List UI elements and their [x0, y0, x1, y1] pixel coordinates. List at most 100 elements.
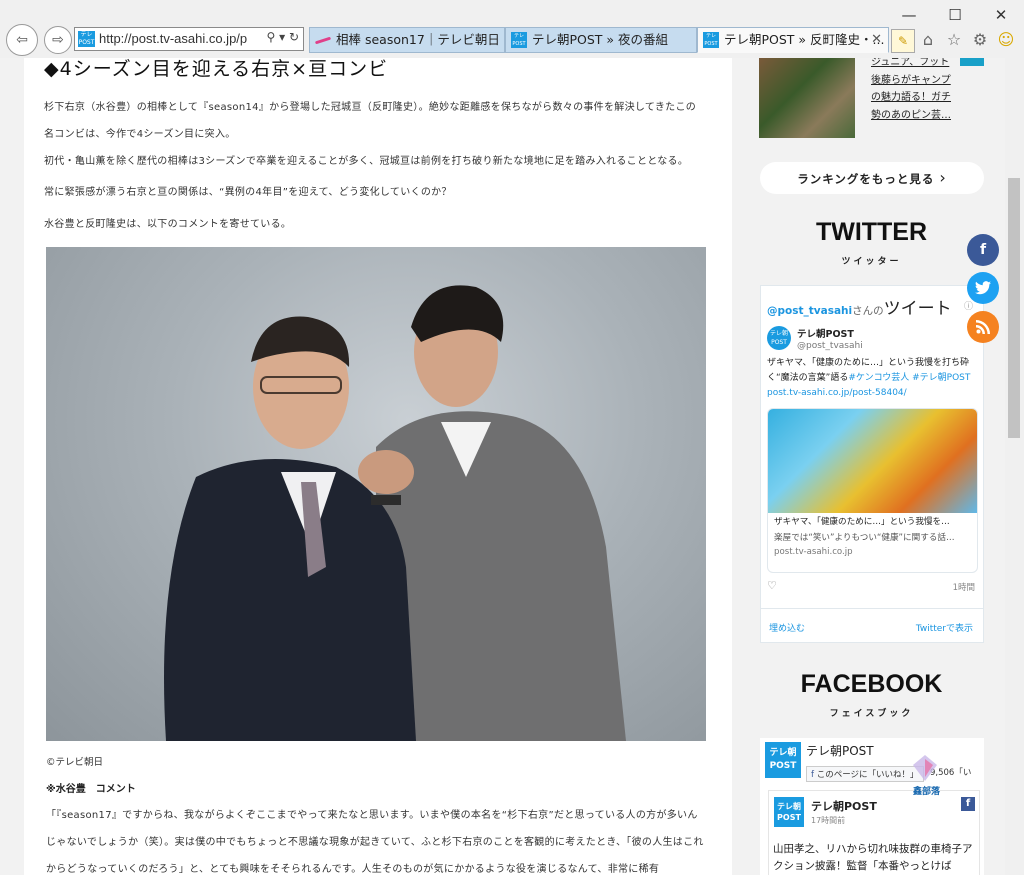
browser-chrome: — ☐ ✕ ⇦ ⇨ テレ POST http://post.tv-asahi.co…	[0, 0, 1024, 59]
tweet-card-url: post.tv-asahi.co.jp	[774, 547, 853, 557]
tab-aibou[interactable]: 相棒 season17｜テレビ朝日	[309, 27, 505, 53]
settings-gear-icon[interactable]: ⚙	[970, 30, 990, 49]
tweet-text: ザキヤマ、「健康のために…」という我慢を打ち砕く“魔法の言葉”語る#ケンコウ芸人…	[767, 356, 977, 401]
timeline-title: ツイート	[883, 299, 952, 319]
more-ranking-button[interactable]: ランキングをもっと見る ›	[760, 162, 984, 194]
timeline-suffix: さんの	[852, 305, 884, 317]
page-viewport: ◆4シーズン目を迎える右京×亘コンビ 杉下右京（水谷豊）の相棒として『seaso…	[0, 58, 1024, 875]
window-controls: — ☐ ✕	[886, 0, 1024, 30]
tweet-time[interactable]: 1時間	[953, 581, 975, 593]
more-ranking-label: ランキングをもっと見る	[797, 172, 935, 186]
fb-post-author[interactable]: テレ朝POST	[811, 798, 877, 814]
comment-heading: ※水谷豊 コメント	[46, 784, 136, 795]
tab-label: 相棒 season17｜テレビ朝日	[336, 32, 500, 47]
fb-post-logo: テレ朝 POST	[774, 797, 804, 827]
article-paragraph: 杉下右京（水谷豊）の相棒として『season14』から登場した冠城亘（反町隆史）…	[44, 102, 697, 140]
article-main: ◆4シーズン目を迎える右京×亘コンビ 杉下右京（水谷豊）の相棒として『seaso…	[24, 58, 732, 875]
maximize-button[interactable]: ☐	[932, 0, 978, 30]
ranking-text[interactable]: ジュニア、フット 後藤らがキャンプ の魅力語る！ガチ 勢のあのピン芸…	[871, 58, 986, 124]
tab-label: テレ朝POST » 反町隆史・...	[724, 32, 885, 47]
article-photo	[46, 247, 706, 741]
like-heart-icon[interactable]: ♡	[767, 579, 777, 592]
article-paragraph: 常に緊張感が漂う右京と亘の関係は、“異例の4年目”を迎えて、どう変化していくのか…	[44, 187, 452, 198]
tab-label: テレ朝POST » 夜の番組	[532, 32, 669, 47]
section-heading: ◆4シーズン目を迎える右京×亘コンビ	[44, 58, 389, 80]
fb-post-text: 山田孝之、リハから切れ味抜群の車椅子アクション披露！監督「本番やっとけば	[773, 843, 973, 872]
info-icon[interactable]: ⓘ	[964, 299, 973, 312]
timeline-handle[interactable]: @post_tvasahi	[767, 305, 852, 317]
tvasahi-favicon-icon: テレ POST	[703, 32, 719, 48]
tweet-card-image	[768, 409, 977, 513]
facebook-icon: f	[811, 770, 814, 780]
scrollbar-thumb[interactable]	[1008, 178, 1020, 438]
tab-night-shows[interactable]: テレ POST テレ朝POST » 夜の番組	[505, 27, 697, 53]
smiley-feedback-icon[interactable]: ☺	[996, 30, 1016, 49]
watermark-text: 鑫部落	[913, 787, 941, 797]
close-button[interactable]: ✕	[978, 0, 1024, 30]
timeline-footer: 埋め込む Twitterで表示	[761, 608, 983, 634]
home-icon[interactable]: ⌂	[918, 30, 938, 49]
facebook-section-subtitle: フェイスブック	[829, 709, 914, 719]
address-tools: ⚲ ▾ ↻	[266, 30, 299, 44]
chevron-right-icon: ›	[939, 168, 947, 187]
ranking-line[interactable]: ジュニア、フット	[871, 58, 949, 68]
tweet-hashtags[interactable]: #ケンコウ芸人 #テレ朝POST	[848, 373, 970, 383]
site-favicon-icon: テレ POST	[78, 31, 95, 47]
twitter-share-icon[interactable]	[967, 272, 999, 304]
minimize-button[interactable]: —	[886, 0, 932, 30]
embed-link[interactable]: 埋め込む	[769, 621, 805, 634]
wristwatch	[371, 495, 401, 505]
article-paragraph: 初代・亀山薫を除く歴代の相棒は3シーズンで卒業を迎えることが多く、冠城亘は前例を…	[44, 156, 689, 167]
refresh-icon[interactable]: ↻	[289, 30, 299, 44]
watermark-logo-icon	[913, 755, 937, 781]
forward-icon[interactable]: ⇨	[44, 26, 72, 54]
twitter-section-subtitle: ツイッター	[841, 257, 902, 267]
comment-body: 「『season17』ですからね、我ながらよくぞここまでやって来たなと思います。…	[46, 810, 704, 875]
tab-close-icon[interactable]: ✕	[871, 28, 882, 52]
favorites-star-icon[interactable]: ☆	[944, 30, 964, 49]
twitter-bird-icon	[975, 281, 991, 295]
aibou-favicon-icon	[315, 32, 331, 48]
ranking-line[interactable]: の魅力語る！ガチ	[871, 92, 951, 103]
twitter-timeline: @post_tvasahiさんのツイート ⓘ テレ朝 POST テレ朝POST @…	[760, 285, 984, 643]
rss-icon	[976, 320, 990, 334]
tweet-link-card[interactable]: ザキヤマ、「健康のために…」という我慢を… 楽屋では“笑い”よりもつい“健康”に…	[767, 408, 978, 573]
tweet-avatar[interactable]: テレ朝 POST	[767, 326, 791, 350]
page-scrollbar[interactable]	[1005, 58, 1024, 875]
facebook-icon[interactable]: f	[961, 797, 975, 811]
photo-figures	[164, 285, 626, 741]
facebook-page-plugin: テレ朝 POST テレ朝POST f このページに「いいね！」 9,506「い テ…	[760, 738, 984, 875]
tweet-author-name[interactable]: テレ朝POST	[797, 326, 854, 340]
tab-sorimachi-active[interactable]: テレ POST テレ朝POST » 反町隆史・... ✕	[697, 27, 889, 53]
back-icon[interactable]: ⇦	[6, 24, 38, 56]
timeline-header: @post_tvasahiさんのツイート	[767, 294, 952, 319]
tweet-card-desc: 楽屋では“笑い”よりもつい“健康”に関する話…	[774, 533, 955, 543]
fb-like-page-button[interactable]: f このページに「いいね！」	[806, 766, 924, 782]
fb-like-label: このページに「いいね！」	[816, 770, 919, 780]
browser-toolbar-icons: ⌂ ☆ ⚙ ☺	[918, 30, 1016, 49]
fb-post[interactable]: テレ朝 POST テレ朝POST 17時間前 f 山田孝之、リハから切れ味抜群の車…	[768, 790, 980, 875]
fb-page-logo[interactable]: テレ朝 POST	[765, 742, 801, 778]
dropdown-icon[interactable]: ▾	[279, 30, 285, 44]
address-url[interactable]: http://post.tv-asahi.co.jp/p	[99, 31, 247, 46]
gray-suit	[376, 411, 626, 741]
ranking-line[interactable]: 後藤らがキャンプ	[871, 75, 951, 86]
twitter-section-title: TWITTER	[815, 218, 928, 246]
hand-on-shoulder	[358, 450, 414, 494]
search-icon[interactable]: ⚲	[266, 30, 275, 44]
facebook-share-icon[interactable]: f	[967, 234, 999, 266]
ranking-line[interactable]: 勢のあのピン芸…	[871, 110, 951, 121]
tweet-card-title: ザキヤマ、「健康のために…」という我慢を…	[774, 517, 950, 527]
view-on-twitter-link[interactable]: Twitterで表示	[916, 621, 973, 634]
facebook-section-title: FACEBOOK	[800, 670, 943, 698]
photo-caption: ©テレビ朝日	[46, 757, 104, 768]
address-bar[interactable]: テレ POST http://post.tv-asahi.co.jp/p ⚲ ▾ …	[74, 27, 304, 51]
watermark: 鑫部落	[913, 755, 940, 797]
fb-post-time[interactable]: 17時間前	[811, 815, 845, 826]
ranking-thumbnail[interactable]	[759, 58, 855, 138]
fb-page-name[interactable]: テレ朝POST	[806, 742, 874, 759]
tweet-author-handle[interactable]: @post_tvasahi	[797, 341, 863, 351]
new-tab-icon[interactable]: ✎	[891, 29, 915, 53]
tweet-link[interactable]: post.tv-asahi.co.jp/post-58404/	[767, 388, 907, 398]
rss-feed-icon[interactable]	[967, 311, 999, 343]
